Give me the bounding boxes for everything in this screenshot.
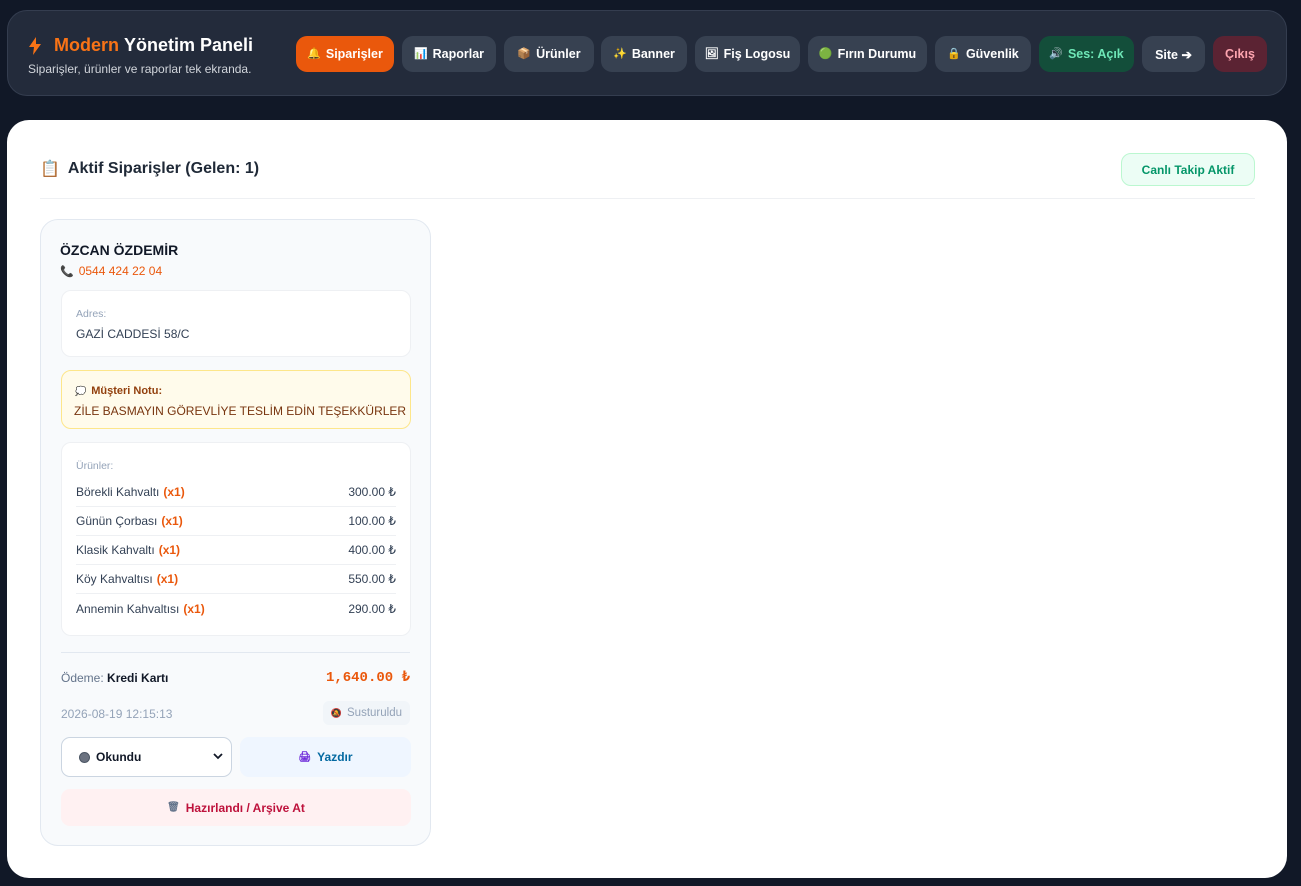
chart-icon: 📊 <box>413 47 428 60</box>
customer-name: ÖZCAN ÖZDEMİR <box>60 242 179 258</box>
nav-label: Siparişler <box>325 47 383 61</box>
nav-site-button[interactable]: Site ➔ <box>1142 36 1205 72</box>
top-bar: Modern Yönetim Paneli Siparişler, ürünle… <box>7 10 1287 96</box>
item-qty: (x1) <box>161 514 183 528</box>
nav-label: Fırın Durumu <box>837 47 917 61</box>
nav-products-button[interactable]: 📦 Ürünler <box>504 36 594 72</box>
brand-name: Yönetim Paneli <box>124 35 254 55</box>
order-total: 1,640.00 ₺ <box>325 670 410 686</box>
customer-note-box: 💭 Müşteri Notu: ZİLE BASMAYIN GÖREVLİYE … <box>61 370 411 429</box>
panel-header: 📋 Aktif Siparişler (Gelen: 1) Canlı Taki… <box>40 153 1255 199</box>
card-divider <box>61 652 410 653</box>
nav-oven-status-button[interactable]: 🟢 Fırın Durumu <box>808 36 927 72</box>
item-name: Günün Çorbası <box>76 514 158 528</box>
item-qty: (x1) <box>156 572 179 586</box>
note-label-text: Müşteri Notu: <box>91 385 163 397</box>
nav-label: Banner <box>631 47 675 61</box>
muted-label: Susturuldu <box>347 707 402 719</box>
brand-accent: Modern <box>54 35 119 55</box>
nav-label: Güvenlik <box>965 47 1019 61</box>
payment-label: Ödeme: <box>61 671 104 685</box>
order-item-row: Köy Kahvaltısı (x1) 550.00 ₺ <box>76 565 396 594</box>
lock-icon: 🔒 <box>947 47 961 60</box>
nav-label: Ses: Açık <box>1067 47 1124 61</box>
customer-note-label: 💭 Müşteri Notu: <box>75 385 162 397</box>
item-price: 400.00 ₺ <box>348 543 396 557</box>
sound-toggle-button[interactable]: 🔊 Ses: Açık <box>1039 36 1134 72</box>
nav-label: Fiş Logosu <box>723 47 791 61</box>
nav-reports-button[interactable]: 📊 Raporlar <box>402 36 496 72</box>
page-title-text: Aktif Siparişler (Gelen: 1) <box>67 160 260 177</box>
nav-security-button[interactable]: 🔒 Güvenlik <box>935 36 1031 72</box>
archive-label: Hazırlandı / Arşive At <box>185 800 305 815</box>
order-card: ÖZCAN ÖZDEMİR 📞 0544 424 22 04 Adres: GA… <box>40 219 431 846</box>
item-price: 100.00 ₺ <box>348 514 396 528</box>
item-qty: (x1) <box>158 543 181 557</box>
address-value: GAZİ CADDESİ 58/C <box>76 327 190 341</box>
nav-receipt-logo-button[interactable]: 🖼 Fiş Logosu <box>695 36 800 72</box>
brand: Modern Yönetim Paneli Siparişler, ürünle… <box>28 35 253 76</box>
nav-label: Ürünler <box>536 47 581 61</box>
live-tracking-badge: Canlı Takip Aktif <box>1121 153 1255 186</box>
address-label: Adres: <box>76 308 107 320</box>
order-status-select[interactable]: Okundu <box>61 737 232 777</box>
order-item-row: Günün Çorbası (x1) 100.00 ₺ <box>76 507 396 536</box>
customer-phone[interactable]: 📞 0544 424 22 04 <box>60 264 162 278</box>
status-dot-icon <box>79 751 90 763</box>
item-price: 290.00 ₺ <box>348 601 396 616</box>
address-box: Adres: GAZİ CADDESİ 58/C <box>61 290 411 357</box>
bell-off-icon: 🔕 <box>330 707 343 718</box>
speech-bubble-icon: 💭 <box>75 385 87 396</box>
printer-icon: 🖨 <box>298 751 312 763</box>
item-name: Annemin Kahvaltısı <box>76 601 180 616</box>
payment-method: Kredi Kartı <box>107 671 169 685</box>
print-button[interactable]: 🖨 Yazdır <box>240 737 411 777</box>
archive-button[interactable]: 🗑 Hazırlandı / Arşive At <box>61 789 411 826</box>
package-icon: 📦 <box>517 47 532 60</box>
bell-icon: 🔔 <box>307 47 321 60</box>
chevron-down-icon <box>213 753 223 760</box>
item-qty: (x1) <box>183 601 205 616</box>
nav-banner-button[interactable]: ✨ Banner <box>601 36 687 72</box>
payment-info: Ödeme: Kredi Kartı <box>61 671 168 685</box>
status-dot-icon: 🟢 <box>818 47 833 60</box>
order-item-row: Börekli Kahvaltı (x1) 300.00 ₺ <box>76 478 396 507</box>
item-qty: (x1) <box>163 485 185 499</box>
item-price: 300.00 ₺ <box>348 485 396 499</box>
trash-icon: 🗑 <box>167 802 180 813</box>
clipboard-icon: 📋 <box>40 161 60 178</box>
brand-subtitle: Siparişler, ürünler ve raporlar tek ekra… <box>28 62 252 76</box>
page-title: 📋 Aktif Siparişler (Gelen: 1) <box>40 159 259 179</box>
nav-orders-button[interactable]: 🔔 Siparişler <box>296 36 394 72</box>
nav-label: Raporlar <box>432 47 485 61</box>
item-name: Köy Kahvaltısı <box>76 572 153 586</box>
item-name: Klasik Kahvaltı <box>76 543 155 557</box>
order-item-row: Annemin Kahvaltısı (x1) 290.00 ₺ <box>76 594 396 623</box>
order-timestamp: 2026-08-19 12:15:13 <box>61 707 173 721</box>
print-label: Yazdır <box>317 750 353 764</box>
item-price: 550.00 ₺ <box>348 572 396 586</box>
status-value: Okundu <box>96 750 142 764</box>
phone-number: 0544 424 22 04 <box>78 264 163 278</box>
sparkles-icon: ✨ <box>613 47 627 60</box>
brand-title: Modern Yönetim Paneli <box>28 35 253 56</box>
items-box: Ürünler: Börekli Kahvaltı (x1) 300.00 ₺ G… <box>61 442 411 636</box>
phone-icon: 📞 <box>60 265 74 278</box>
image-icon: 🖼 <box>704 47 719 60</box>
nav-label: Çıkış <box>1225 47 1255 61</box>
logout-button[interactable]: Çıkış <box>1213 36 1267 72</box>
muted-badge: 🔕 Susturuldu <box>322 701 410 725</box>
order-item-row: Klasik Kahvaltı (x1) 400.00 ₺ <box>76 536 396 565</box>
items-label: Ürünler: <box>76 460 114 472</box>
item-name: Börekli Kahvaltı <box>76 485 160 499</box>
nav-label: Site ➔ <box>1155 47 1192 62</box>
lightning-icon <box>29 36 41 55</box>
customer-note-text: ZİLE BASMAYIN GÖREVLİYE TESLİM EDİN TEŞE… <box>74 404 407 418</box>
speaker-icon: 🔊 <box>1049 47 1063 60</box>
orders-panel: 📋 Aktif Siparişler (Gelen: 1) Canlı Taki… <box>7 120 1287 878</box>
